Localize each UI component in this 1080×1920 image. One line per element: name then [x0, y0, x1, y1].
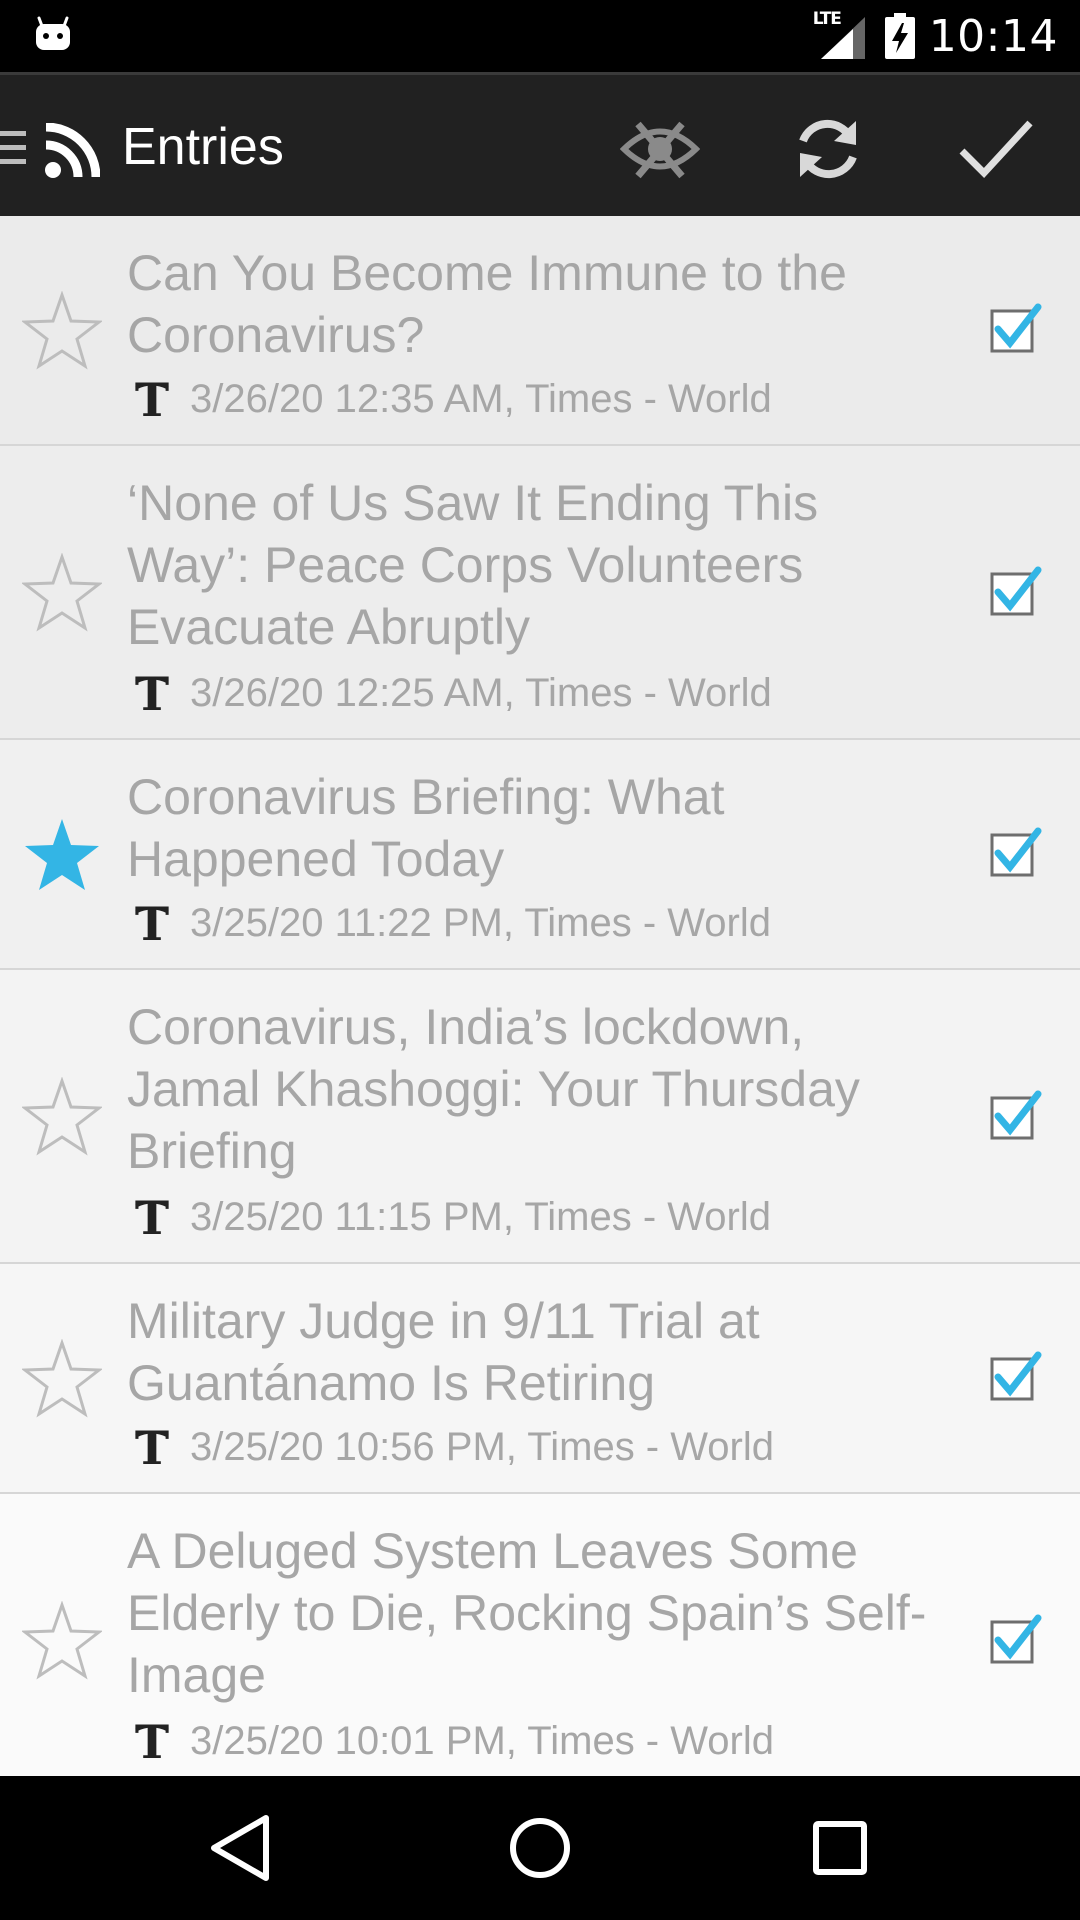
- star-filled-icon[interactable]: [22, 815, 102, 895]
- star-outline-icon[interactable]: [22, 1601, 102, 1681]
- entry-date-source: 3/25/20 11:22 PM, Times - World: [190, 900, 771, 945]
- navigation-bar: [0, 1776, 1080, 1920]
- mark-all-read-icon: [959, 120, 1033, 179]
- page-title: Entries: [122, 118, 284, 176]
- entry-date-source: 3/25/20 10:56 PM, Times - World: [190, 1424, 774, 1469]
- entry-date-source: 3/26/20 12:35 AM, Times - World: [190, 376, 772, 421]
- entry-date-source: 3/25/20 11:15 PM, Times - World: [190, 1194, 771, 1239]
- checkbox-checked[interactable]: [986, 1612, 1042, 1668]
- hide-read-icon: [620, 121, 700, 179]
- nyt-source-icon: T: [135, 900, 169, 946]
- entry-meta: T 3/25/20 11:15 PM, Times - World: [130, 1194, 771, 1240]
- entry-title: A Deluged System Leaves Some Elderly to …: [127, 1523, 927, 1703]
- star-outline-icon[interactable]: [22, 1339, 102, 1419]
- list-item[interactable]: Coronavirus Briefing: What Happened Toda…: [0, 740, 1080, 970]
- entry-meta: T 3/26/20 12:35 AM, Times - World: [130, 376, 772, 422]
- refresh-icon: [799, 119, 857, 179]
- entry-meta: T 3/25/20 11:22 PM, Times - World: [130, 900, 771, 946]
- home-icon[interactable]: [500, 1808, 580, 1888]
- checkbox-checked[interactable]: [986, 1349, 1042, 1405]
- nyt-source-icon: T: [135, 1194, 169, 1240]
- entry-title: ‘None of Us Saw It Ending This Way’: Pea…: [127, 475, 819, 655]
- entry-title: Coronavirus, India’s lockdown, Jamal Kha…: [127, 999, 860, 1179]
- mark-all-read-button[interactable]: [956, 109, 1036, 189]
- drawer-indicator-icon[interactable]: [0, 125, 30, 169]
- entry-meta: T 3/26/20 12:25 AM, Times - World: [130, 670, 772, 716]
- star-outline-icon[interactable]: [22, 1077, 102, 1157]
- lte-signal-icon: LTE: [813, 9, 871, 59]
- hide-read-button[interactable]: [620, 109, 700, 189]
- nyt-source-icon: T: [135, 1718, 169, 1764]
- entry-list[interactable]: Can You Become Immune to the Coronavirus…: [0, 216, 1080, 1776]
- nyt-source-icon: T: [135, 1424, 169, 1470]
- entry-meta: T 3/25/20 10:01 PM, Times - World: [130, 1718, 774, 1764]
- list-item[interactable]: Coronavirus, India’s lockdown, Jamal Kha…: [0, 970, 1080, 1264]
- refresh-button[interactable]: [788, 109, 868, 189]
- entry-title: Can You Become Immune to the Coronavirus…: [127, 245, 847, 363]
- list-item[interactable]: Can You Become Immune to the Coronavirus…: [0, 216, 1080, 446]
- battery-charging-icon: [884, 13, 915, 59]
- entry-date-source: 3/26/20 12:25 AM, Times - World: [190, 670, 772, 715]
- status-bar: LTE 10:14: [0, 0, 1080, 72]
- rss-feed-icon[interactable]: [44, 123, 100, 179]
- list-item[interactable]: ‘None of Us Saw It Ending This Way’: Pea…: [0, 446, 1080, 740]
- android-notification-icon: [36, 16, 70, 50]
- list-item[interactable]: A Deluged System Leaves Some Elderly to …: [0, 1494, 1080, 1776]
- checkbox-checked[interactable]: [986, 301, 1042, 357]
- action-bar: Entries: [0, 72, 1080, 216]
- clock: 10:14: [928, 10, 1058, 62]
- checkbox-checked[interactable]: [986, 1088, 1042, 1144]
- entry-meta: T 3/25/20 10:56 PM, Times - World: [130, 1424, 774, 1470]
- list-item[interactable]: Military Judge in 9/11 Trial at Guantána…: [0, 1264, 1080, 1494]
- recents-icon[interactable]: [800, 1808, 880, 1888]
- back-icon[interactable]: [200, 1808, 280, 1888]
- entry-title: Military Judge in 9/11 Trial at Guantána…: [127, 1293, 760, 1411]
- entry-date-source: 3/25/20 10:01 PM, Times - World: [190, 1718, 774, 1763]
- star-outline-icon[interactable]: [22, 553, 102, 633]
- checkbox-checked[interactable]: [986, 825, 1042, 881]
- star-outline-icon[interactable]: [22, 291, 102, 371]
- nyt-source-icon: T: [135, 670, 169, 716]
- nyt-source-icon: T: [135, 376, 169, 422]
- entry-title: Coronavirus Briefing: What Happened Toda…: [127, 769, 725, 887]
- checkbox-checked[interactable]: [986, 564, 1042, 620]
